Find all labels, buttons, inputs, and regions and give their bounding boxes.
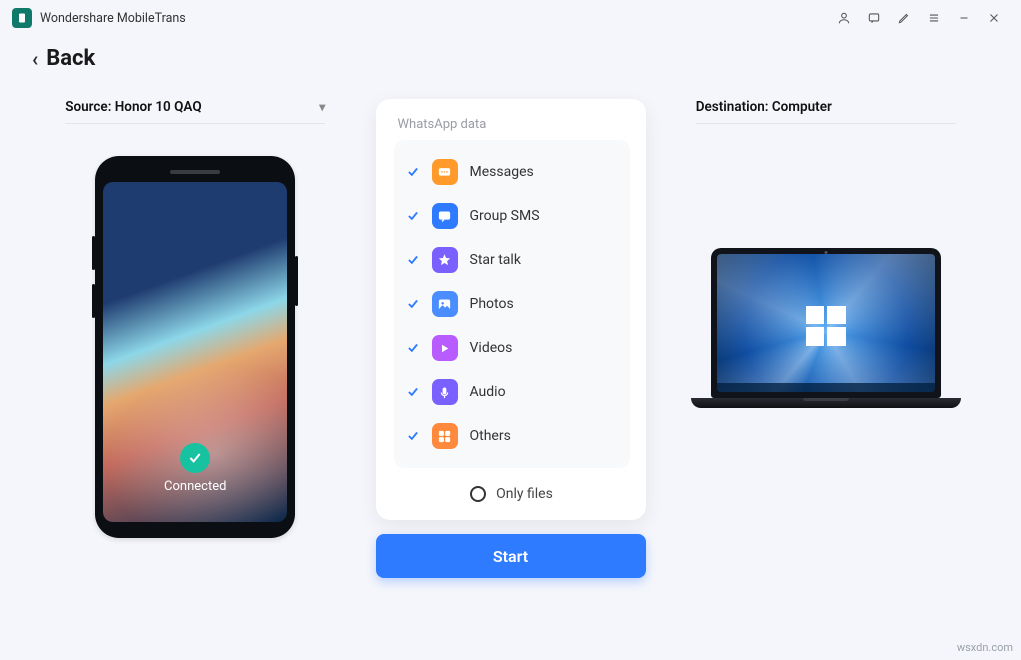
item-label: Photos [470,296,514,312]
chevron-down-icon: ▾ [319,100,325,114]
source-selector[interactable]: Source: Honor 10 QAQ ▾ [65,99,325,124]
feedback-icon[interactable] [859,6,889,30]
item-label: Messages [470,164,534,180]
item-icon [432,291,458,317]
item-icon [432,379,458,405]
item-label: Videos [470,340,513,356]
data-type-item[interactable]: Messages [398,150,626,194]
radio-icon [470,486,486,502]
source-phone-illustration: Connected [95,156,295,538]
item-icon [432,203,458,229]
windows-logo-icon [806,306,846,346]
check-icon [406,297,420,311]
item-icon [432,247,458,273]
data-type-item[interactable]: Group SMS [398,194,626,238]
card-title: WhatsApp data [394,117,630,132]
watermark: wsxdn.com [957,641,1013,654]
minimize-button[interactable] [949,6,979,30]
data-type-item[interactable]: Others [398,414,626,458]
data-type-card: WhatsApp data Messages Group SMS Star talk… [376,99,646,520]
source-device: Honor 10 QAQ [115,99,202,115]
item-icon [432,159,458,185]
only-files-option[interactable]: Only files [394,468,630,506]
data-type-item[interactable]: Audio [398,370,626,414]
app-title: Wondershare MobileTrans [40,11,186,26]
check-icon [406,209,420,223]
menu-icon[interactable] [919,6,949,30]
check-icon [406,385,420,399]
destination-prefix: Destination: [696,99,772,115]
destination-selector[interactable]: Destination: Computer [696,99,956,124]
check-circle-icon [180,443,210,473]
destination-device: Computer [772,99,832,115]
item-label: Others [470,428,511,444]
source-status: Connected [103,479,287,494]
only-files-label: Only files [496,486,553,502]
account-icon[interactable] [829,6,859,30]
check-icon [406,341,420,355]
data-type-item[interactable]: Photos [398,282,626,326]
check-icon [406,165,420,179]
item-icon [432,335,458,361]
destination-laptop-illustration [691,248,961,408]
start-button[interactable]: Start [376,534,646,578]
item-label: Group SMS [470,208,540,224]
title-bar: Wondershare MobileTrans [0,0,1021,34]
close-button[interactable] [979,6,1009,30]
chevron-left-icon: ‹ [32,47,38,71]
check-icon [406,429,420,443]
item-label: Star talk [470,252,521,268]
app-logo-icon [12,8,32,28]
back-button[interactable]: ‹ Back [0,34,1021,77]
item-label: Audio [470,384,506,400]
data-type-item[interactable]: Videos [398,326,626,370]
check-icon [406,253,420,267]
edit-icon[interactable] [889,6,919,30]
source-prefix: Source: [65,99,115,115]
back-label: Back [46,46,95,71]
item-icon [432,423,458,449]
data-type-item[interactable]: Star talk [398,238,626,282]
